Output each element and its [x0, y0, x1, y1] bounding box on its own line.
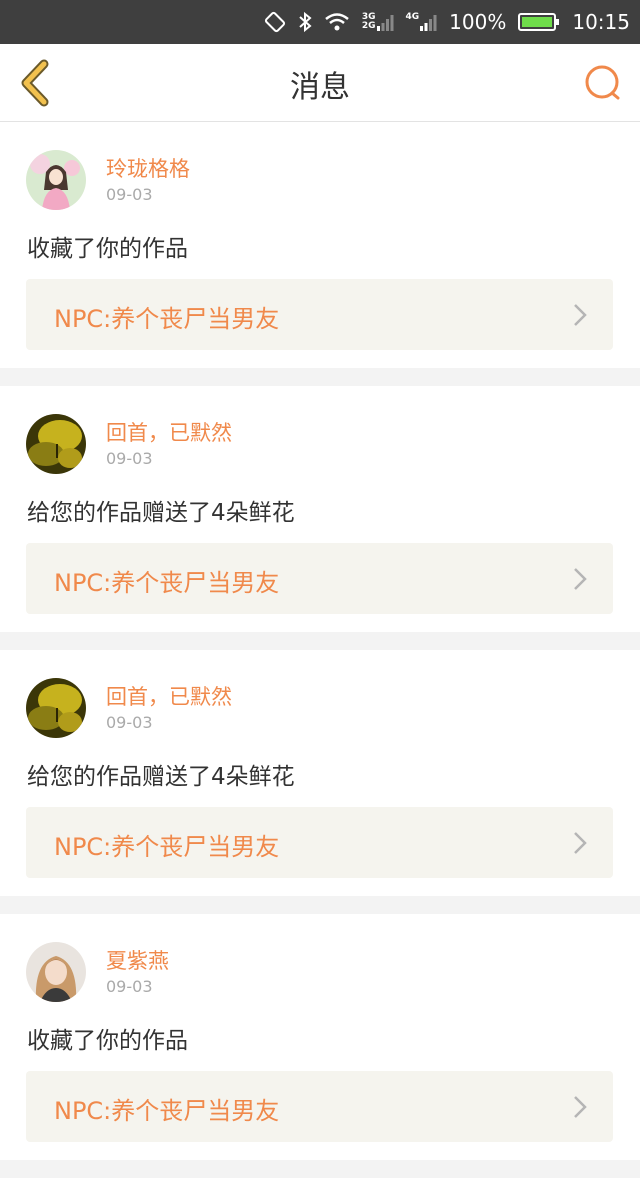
battery-percent: 100% [449, 10, 507, 34]
message-card: 玲珑格格 09-03 收藏了你的作品 NPC:养个丧尸当男友 [0, 122, 640, 368]
search-button[interactable] [580, 60, 626, 106]
nav-header: 消息 [0, 44, 640, 122]
message-date: 09-03 [106, 185, 153, 204]
work-title: NPC:养个丧尸当男友 [54, 833, 280, 861]
net1-bottom-label: 2G [361, 21, 376, 31]
message-card: 回首，已默然 09-03 给您的作品赠送了4朵鲜花 NPC:养个丧尸当男友 [0, 650, 640, 896]
username[interactable]: 回首，已默然 [106, 681, 232, 711]
message-text: 收藏了你的作品 [27, 236, 188, 262]
wifi-icon [324, 12, 350, 32]
clock: 10:15 [572, 10, 630, 34]
status-bar: 3G 2G 4G 100% 10:15 [0, 0, 640, 44]
message-text: 给您的作品赠送了4朵鲜花 [27, 764, 295, 790]
work-link[interactable]: NPC:养个丧尸当男友 [26, 807, 613, 878]
work-link[interactable]: NPC:养个丧尸当男友 [26, 279, 613, 350]
work-link[interactable]: NPC:养个丧尸当男友 [26, 1071, 613, 1142]
avatar[interactable] [26, 414, 86, 474]
username[interactable]: 玲珑格格 [106, 153, 190, 183]
signal-bars-icon [420, 15, 437, 31]
work-title: NPC:养个丧尸当男友 [54, 305, 280, 333]
rotation-lock-icon [264, 11, 286, 33]
avatar[interactable] [26, 678, 86, 738]
signal-bars-icon [376, 15, 394, 31]
message-card: 夏紫燕 09-03 收藏了你的作品 NPC:养个丧尸当男友 [0, 914, 640, 1160]
search-icon [585, 65, 620, 100]
chevron-right-icon [574, 568, 587, 590]
message-date: 09-03 [106, 977, 153, 996]
chevron-right-icon [574, 1096, 587, 1118]
message-list: 玲珑格格 09-03 收藏了你的作品 NPC:养个丧尸当男友 回首，已默然 09… [0, 122, 640, 1178]
signal-1: 3G 2G [362, 12, 394, 32]
page-title: 消息 [290, 70, 350, 105]
message-date: 09-03 [106, 449, 153, 468]
work-title: NPC:养个丧尸当男友 [54, 569, 280, 597]
work-title: NPC:养个丧尸当男友 [54, 1097, 280, 1125]
battery-icon [518, 12, 560, 32]
chevron-right-icon [574, 832, 587, 854]
username[interactable]: 夏紫燕 [106, 945, 169, 975]
message-text: 收藏了你的作品 [27, 1028, 188, 1054]
bluetooth-icon [298, 11, 312, 33]
chevron-right-icon [574, 304, 587, 326]
avatar[interactable] [26, 942, 86, 1002]
signal-2: 4G [406, 12, 438, 32]
username[interactable]: 回首，已默然 [106, 417, 232, 447]
message-date: 09-03 [106, 713, 153, 732]
avatar[interactable] [26, 150, 86, 210]
message-card: 回首，已默然 09-03 给您的作品赠送了4朵鲜花 NPC:养个丧尸当男友 [0, 386, 640, 632]
work-link[interactable]: NPC:养个丧尸当男友 [26, 543, 613, 614]
message-text: 给您的作品赠送了4朵鲜花 [27, 500, 295, 526]
